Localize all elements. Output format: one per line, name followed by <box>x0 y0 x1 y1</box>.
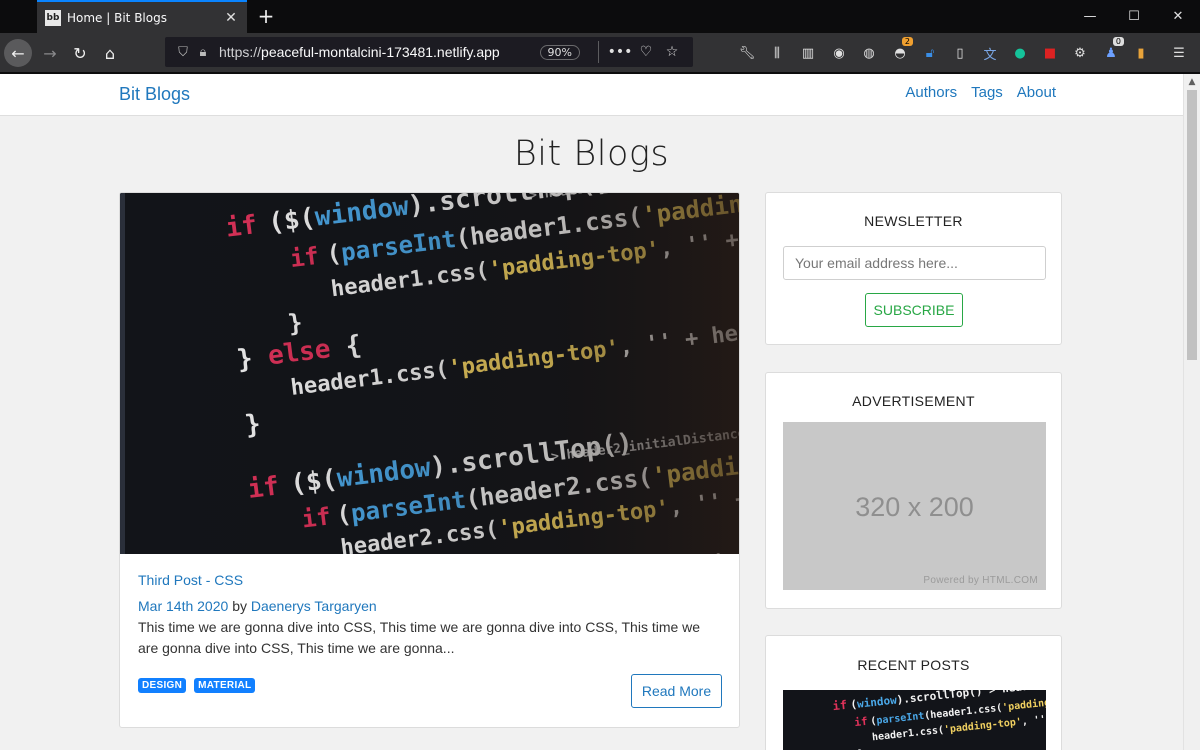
extension-gear-icon[interactable]: ⚙ <box>1069 43 1091 63</box>
extension-red-icon[interactable]: ■ <box>1039 43 1061 63</box>
browser-tab-active[interactable]: bb Home | Bit Blogs ✕ <box>37 0 247 33</box>
translate-icon[interactable]: 文 <box>979 43 1001 63</box>
sidebar-icon[interactable]: ▥ <box>797 43 819 63</box>
site-brand-link[interactable]: Bit Blogs <box>119 84 190 105</box>
nav-link-tags[interactable]: Tags <box>971 84 1003 101</box>
post-cover-image[interactable]: if ($(window).scrollTop() > header1_init… <box>120 193 739 554</box>
site-navbar: Bit Blogs Authors Tags About <box>0 74 1183 116</box>
url-separator <box>598 41 599 63</box>
close-window-button[interactable]: ✕ <box>1156 0 1200 33</box>
email-input[interactable]: Your email address here... <box>783 246 1046 280</box>
extension-mask-icon[interactable]: ◍ <box>858 43 880 63</box>
advertisement-title: ADVERTISEMENT <box>852 393 975 409</box>
site-favicon-icon: bb <box>45 9 61 26</box>
site-nav-links: Authors Tags About <box>905 84 1056 101</box>
svg-text:if: if <box>832 698 848 713</box>
pocket-icon[interactable]: ♡ <box>633 44 659 60</box>
zoom-level-badge[interactable]: 90% <box>539 44 580 60</box>
extension-badge: 2 <box>901 37 913 46</box>
tag-badge-design[interactable]: DESIGN <box>138 678 187 693</box>
wrench-icon[interactable]: 🔧︎ <box>736 43 758 63</box>
tracking-shield-icon[interactable]: ⛉ <box>173 45 193 60</box>
recent-posts-widget: RECENT POSTS if (window).scrollTop() > h… <box>765 635 1062 750</box>
ad-placeholder-image[interactable]: 320 x 200 Powered by HTML.COM <box>783 422 1046 590</box>
svg-text:if: if <box>854 715 869 729</box>
grammarly-icon[interactable]: ● <box>1009 43 1031 63</box>
post-author-link[interactable]: Daenerys Targaryen <box>251 598 377 614</box>
code-photo-illustration: if ($(window).scrollTop() > header1_init… <box>120 193 739 554</box>
extension-lock-icon[interactable]: 🔓︎ <box>919 43 941 63</box>
recent-posts-title: RECENT POSTS <box>857 657 970 673</box>
post-excerpt: This time we are gonna dive into CSS, Th… <box>138 619 701 656</box>
extension-phone-icon[interactable]: ▯ <box>949 43 971 63</box>
page-actions-icon[interactable]: ••• <box>607 44 633 60</box>
scroll-up-arrow-icon[interactable]: ▲ <box>1184 74 1200 90</box>
lock-icon[interactable]: 🔒︎ <box>193 45 213 60</box>
post-title-link[interactable]: Third Post - CSS <box>138 572 723 588</box>
code-thumbnail-illustration: if (window).scrollTop() > header1 if (pa… <box>783 690 1046 750</box>
post-meta: Mar 14th 2020 by Daenerys Targaryen <box>138 598 723 614</box>
maximize-window-button[interactable]: ☐ <box>1112 0 1156 33</box>
address-bar[interactable]: ⛉ 🔒︎ https://peaceful-montalcini-173481.… <box>165 37 693 67</box>
account-icon[interactable]: ◉ <box>828 43 850 63</box>
page-title: Bit Blogs <box>513 134 670 174</box>
url-host: peaceful-montalcini-173481.netlify.app <box>261 44 500 60</box>
extension-ghost-icon[interactable]: ♟ 0 <box>1100 37 1124 63</box>
scrollbar-thumb[interactable] <box>1187 90 1197 360</box>
recent-post-thumbnail[interactable]: if (window).scrollTop() > header1 if (pa… <box>783 690 1046 750</box>
extension-hat-icon[interactable]: ◓ 2 <box>889 37 913 63</box>
newsletter-title: NEWSLETTER <box>864 213 963 229</box>
home-icon[interactable]: ⌂ <box>96 39 124 67</box>
post-by-text: by <box>232 598 247 614</box>
new-tab-button[interactable]: + <box>255 4 277 28</box>
newsletter-widget: NEWSLETTER Your email address here... SU… <box>765 192 1062 345</box>
bookmark-star-icon[interactable]: ☆ <box>659 44 685 60</box>
advertisement-widget: ADVERTISEMENT 320 x 200 Powered by HTML.… <box>765 372 1062 609</box>
post-body: Third Post - CSS Mar 14th 2020 by Daener… <box>138 572 723 659</box>
library-icon[interactable]: ⫼ <box>766 43 788 63</box>
nav-link-about[interactable]: About <box>1017 84 1056 101</box>
post-date-link[interactable]: Mar 14th 2020 <box>138 598 228 614</box>
forward-arrow-icon[interactable]: → <box>36 39 64 67</box>
post-tags: DESIGN MATERIAL <box>138 678 256 693</box>
browser-tab-bar: bb Home | Bit Blogs ✕ + — ☐ ✕ <box>0 0 1200 33</box>
tab-title: Home | Bit Blogs <box>67 10 167 25</box>
read-more-button[interactable]: Read More <box>631 674 722 708</box>
back-arrow-icon[interactable]: ← <box>4 39 32 67</box>
reload-icon[interactable]: ↻ <box>66 39 94 67</box>
nav-link-authors[interactable]: Authors <box>905 84 957 101</box>
post-card: if ($(window).scrollTop() > header1_init… <box>119 192 740 728</box>
tag-badge-material[interactable]: MATERIAL <box>194 678 256 693</box>
extension-badge: 0 <box>1112 37 1124 46</box>
minimize-window-button[interactable]: — <box>1068 0 1112 33</box>
page-scrollbar[interactable]: ▲ <box>1183 74 1200 750</box>
subscribe-button[interactable]: SUBSCRIBE <box>865 293 963 327</box>
close-tab-icon[interactable]: ✕ <box>223 10 239 26</box>
ad-size-label: 320 x 200 <box>855 492 974 522</box>
menu-hamburger-icon[interactable]: ☰ <box>1168 43 1190 63</box>
url-text[interactable]: https://peaceful-montalcini-173481.netli… <box>219 44 540 60</box>
extension-bars-icon[interactable]: ▮ <box>1130 43 1152 63</box>
browser-nav-bar: ← → ↻ ⌂ ⛉ 🔒︎ https://peaceful-montalcini… <box>0 33 1200 73</box>
url-prefix: https:// <box>219 44 262 60</box>
page-viewport: Bit Blogs Authors Tags About Bit Blogs i <box>0 74 1183 750</box>
ad-powered-by: Powered by HTML.COM <box>923 575 1038 586</box>
